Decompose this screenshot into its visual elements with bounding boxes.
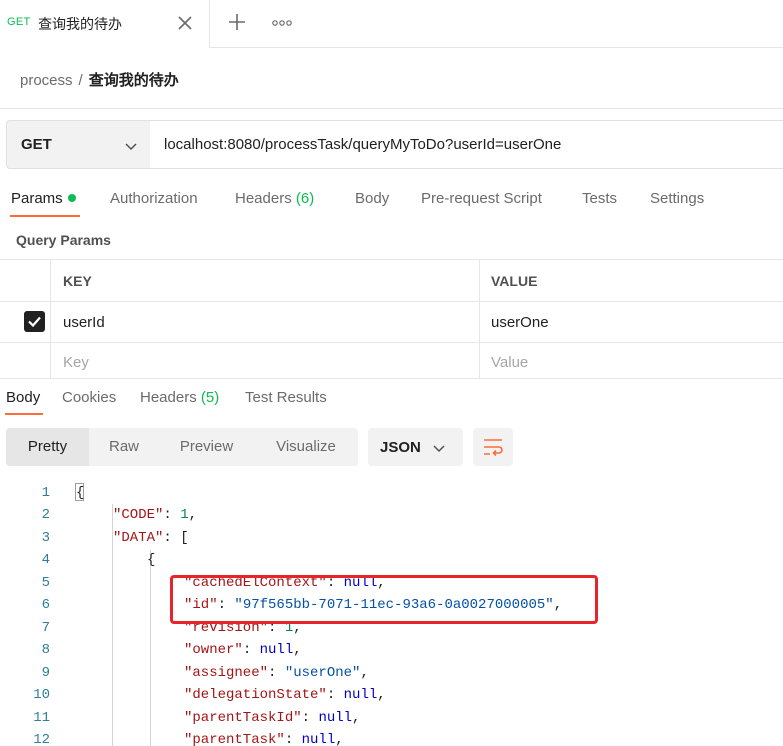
code-line: "CODE": 1, — [113, 507, 198, 523]
tab-pre-request-script[interactable]: Pre-request Script — [421, 190, 542, 207]
tab-tests[interactable]: Tests — [582, 190, 617, 207]
breadcrumb-separator: / — [78, 72, 83, 89]
tab-authorization-label: Authorization — [110, 190, 198, 207]
code-line: "DATA": [ — [113, 530, 189, 546]
tab-params[interactable]: Params — [11, 190, 76, 207]
view-mode-group: Pretty Raw Preview Visualize — [6, 428, 358, 466]
param-key-cell[interactable]: userId — [63, 314, 105, 331]
response-tab-body-label: Body — [6, 389, 41, 406]
response-tab-test-results[interactable]: Test Results — [245, 389, 327, 406]
line-number: 12 — [33, 732, 50, 746]
code-line: { — [76, 485, 85, 501]
url-text: localhost:8080/processTask/queryMyToDo?u… — [164, 136, 562, 153]
code-line: "owner": null, — [184, 642, 302, 658]
response-tab-headers-label: Headers — [140, 389, 197, 406]
url-input[interactable]: localhost:8080/processTask/queryMyToDo?u… — [150, 120, 783, 169]
view-raw-button[interactable]: Raw — [89, 428, 159, 466]
tab-pre-request-script-label: Pre-request Script — [421, 190, 542, 207]
tab-body-label: Body — [355, 190, 390, 207]
line-number: 2 — [41, 507, 50, 523]
code-line: "parentTaskId": null, — [184, 710, 361, 726]
view-visualize-button[interactable]: Visualize — [254, 428, 358, 466]
new-param-value-input[interactable]: Value — [491, 354, 528, 371]
line-number: 9 — [41, 665, 50, 681]
table-border — [0, 378, 783, 379]
response-tab-cookies[interactable]: Cookies — [62, 389, 116, 406]
active-response-tab-indicator — [5, 413, 43, 415]
line-number: 3 — [41, 530, 50, 546]
view-pretty-button[interactable]: Pretty — [6, 428, 89, 466]
code-line: "assignee": "userOne", — [184, 665, 369, 681]
line-number: 11 — [33, 710, 50, 726]
active-tab-indicator — [10, 215, 80, 217]
response-tab-headers[interactable]: Headers (5) — [140, 389, 219, 406]
format-dropdown[interactable]: JSON — [368, 428, 463, 466]
tab-headers[interactable]: Headers (6) — [235, 190, 314, 207]
response-body-editor[interactable]: 1 2 3 4 5 6 7 8 9 10 11 12 { "CODE": 1, … — [0, 478, 783, 746]
response-tab-body[interactable]: Body — [6, 389, 40, 406]
method-value: GET — [21, 136, 52, 153]
format-value: JSON — [380, 439, 421, 456]
tab-bar: GET 查询我的待办 — [0, 0, 783, 48]
chevron-down-icon — [125, 143, 137, 151]
line-number: 8 — [41, 642, 50, 658]
tab-headers-label: Headers — [235, 190, 292, 207]
line-number: 6 — [41, 597, 50, 613]
line-number: 10 — [33, 687, 50, 703]
table-column-divider — [50, 259, 51, 378]
params-table: KEY VALUE userId userOne Key Value — [0, 259, 783, 379]
column-header-value: VALUE — [491, 273, 538, 289]
column-header-key: KEY — [63, 273, 92, 289]
tab-params-label: Params — [11, 190, 63, 207]
annotation-highlight-box — [170, 575, 598, 624]
line-number: 5 — [41, 575, 50, 591]
param-value-cell[interactable]: userOne — [491, 314, 549, 331]
indent-guide — [150, 550, 151, 746]
code-line: { — [147, 552, 156, 568]
tab-title: 查询我的待办 — [38, 16, 122, 32]
view-preview-button[interactable]: Preview — [159, 428, 254, 466]
new-param-key-input[interactable]: Key — [63, 354, 89, 371]
plus-icon[interactable] — [226, 11, 248, 33]
tab-body[interactable]: Body — [355, 190, 389, 207]
table-column-divider — [479, 259, 480, 378]
response-tab-headers-count: (5) — [200, 389, 220, 406]
breadcrumb-collection[interactable]: process — [20, 72, 73, 89]
tab-settings[interactable]: Settings — [650, 190, 704, 207]
line-number: 7 — [41, 620, 50, 636]
wrap-lines-button[interactable] — [473, 428, 513, 466]
breadcrumb: process / 查询我的待办 — [20, 69, 179, 90]
query-params-title: Query Params — [16, 232, 111, 248]
method-dropdown[interactable]: GET — [6, 120, 151, 169]
breadcrumb-request-name[interactable]: 查询我的待办 — [89, 72, 179, 89]
divider — [0, 108, 783, 109]
close-icon[interactable] — [175, 13, 195, 33]
response-tab-cookies-label: Cookies — [62, 389, 117, 406]
wrap-lines-icon — [484, 439, 503, 457]
tab-settings-label: Settings — [650, 190, 705, 207]
tab-method-label: GET — [7, 16, 31, 28]
more-options-icon[interactable] — [270, 14, 294, 32]
response-tab-test-results-label: Test Results — [245, 389, 327, 406]
table-border — [0, 342, 783, 343]
tab-headers-count: (6) — [295, 190, 315, 207]
param-enabled-checkbox[interactable] — [24, 311, 45, 332]
line-number: 4 — [41, 552, 50, 568]
table-border — [0, 259, 783, 260]
table-border — [0, 301, 783, 302]
params-active-dot — [67, 194, 76, 203]
code-line: "parentTask": null, — [184, 732, 344, 746]
chevron-down-icon — [433, 445, 445, 453]
code-line: "delegationState": null, — [184, 687, 386, 703]
line-number: 1 — [41, 485, 50, 501]
check-icon — [28, 316, 41, 328]
request-tab[interactable]: GET 查询我的待办 — [0, 0, 210, 48]
tab-tests-label: Tests — [582, 190, 618, 207]
tab-authorization[interactable]: Authorization — [110, 190, 198, 207]
